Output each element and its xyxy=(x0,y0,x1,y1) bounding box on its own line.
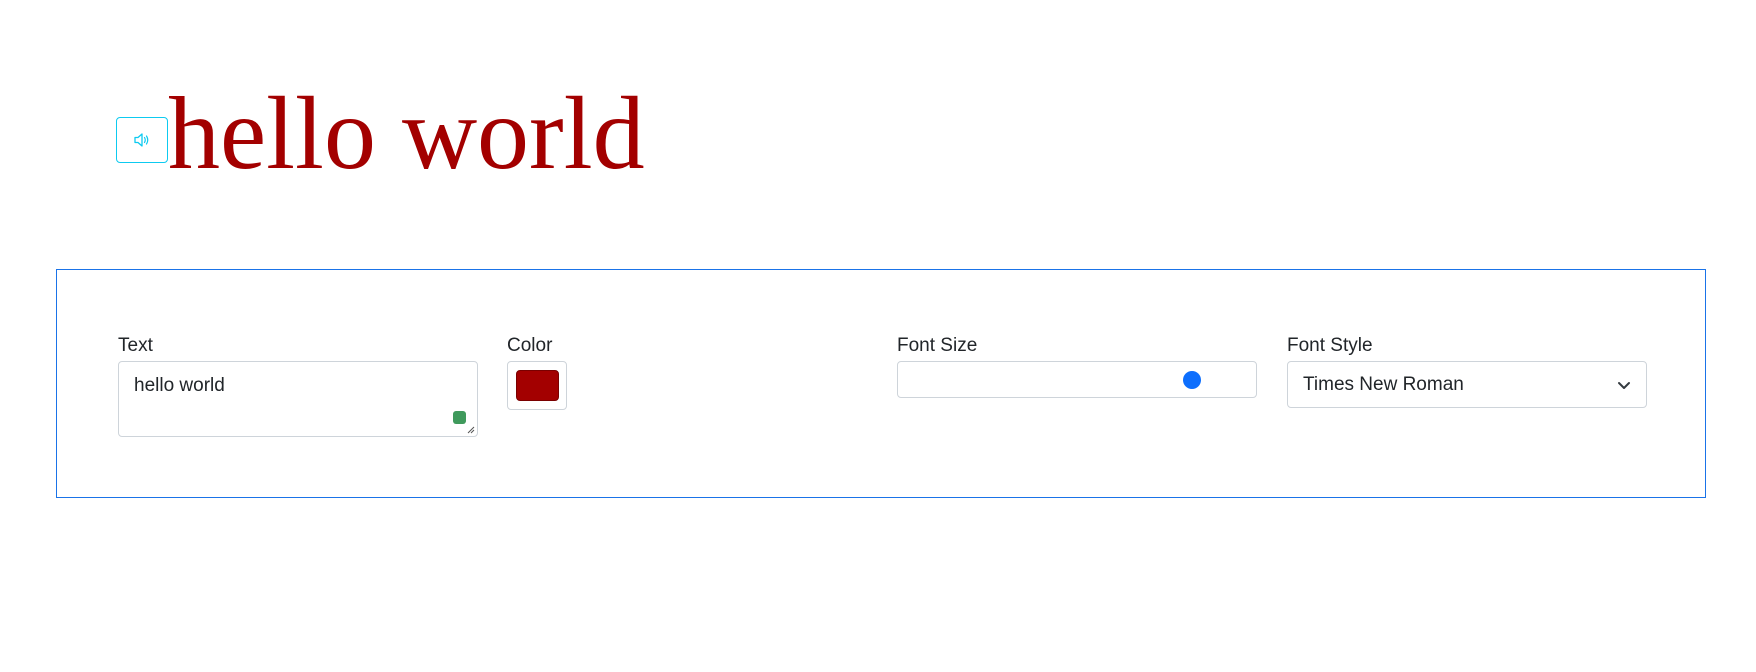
chevron-down-icon xyxy=(1618,382,1630,389)
color-swatch xyxy=(515,370,559,401)
text-field-group: Text hello world xyxy=(118,335,478,437)
font-size-label: Font Size xyxy=(897,335,978,356)
font-style-label: Font Style xyxy=(1287,335,1373,356)
resize-grip-icon[interactable] xyxy=(465,424,475,434)
font-size-field-group: Font Size xyxy=(897,335,1257,398)
speaker-volume-icon xyxy=(134,133,149,147)
page: hello world Text hello world Color Font … xyxy=(0,0,1756,672)
preview-text: hello world xyxy=(168,76,645,191)
preview-row: hello world xyxy=(116,82,645,186)
font-size-slider-thumb[interactable] xyxy=(1182,371,1201,389)
color-picker[interactable] xyxy=(507,361,567,410)
grammar-check-badge-icon[interactable] xyxy=(453,411,466,424)
font-style-select[interactable]: Times New Roman xyxy=(1287,361,1647,408)
font-style-selected-value: Times New Roman xyxy=(1303,373,1464,395)
font-style-field-group: Font Style Times New Roman xyxy=(1287,335,1647,408)
settings-panel: Text hello world Color Font Size Font St… xyxy=(56,269,1706,498)
speak-button[interactable] xyxy=(116,117,168,163)
text-field-label: Text xyxy=(118,335,153,356)
font-size-slider[interactable] xyxy=(897,361,1257,398)
text-input-value: hello world xyxy=(134,375,225,396)
color-field-group: Color xyxy=(507,335,587,410)
text-input[interactable]: hello world xyxy=(118,361,478,437)
color-field-label: Color xyxy=(507,335,553,356)
